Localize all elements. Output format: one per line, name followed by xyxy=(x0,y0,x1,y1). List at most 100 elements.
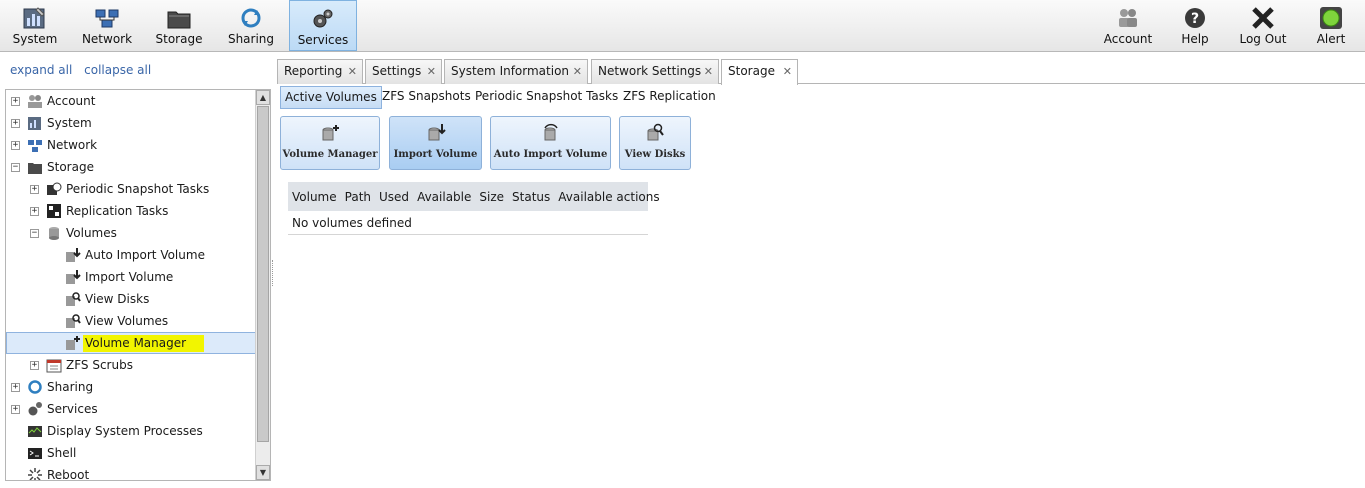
column-header-used[interactable]: Used xyxy=(379,190,409,204)
collapse-icon[interactable]: − xyxy=(30,228,39,238)
expand-icon[interactable]: + xyxy=(11,140,20,150)
auto-import-volume-button[interactable]: Auto Import Volume xyxy=(490,116,611,170)
scroll-thumb[interactable] xyxy=(257,106,269,442)
tree-item-label: Storage xyxy=(47,160,94,174)
toolbar-account-button[interactable]: Account xyxy=(1100,0,1156,51)
tree-item-reboot[interactable]: Reboot xyxy=(6,464,257,481)
toolbar-system-button[interactable]: System xyxy=(4,0,66,51)
close-icon[interactable]: ✕ xyxy=(783,60,792,83)
close-icon[interactable]: ✕ xyxy=(573,60,582,83)
toolbar-alert-button[interactable]: Alert xyxy=(1308,0,1354,51)
processes-icon xyxy=(28,426,42,437)
subtab-periodic-snapshot-tasks[interactable]: Periodic Snapshot Tasks xyxy=(471,86,622,109)
close-icon[interactable]: ✕ xyxy=(704,60,713,83)
close-icon[interactable]: ✕ xyxy=(427,60,436,83)
tree-item-label: ZFS Scrubs xyxy=(66,358,133,372)
column-header-status[interactable]: Status xyxy=(512,190,550,204)
tree-item-replication-tasks[interactable]: + Replication Tasks xyxy=(6,200,257,222)
tree-item-sharing[interactable]: + Sharing xyxy=(6,376,257,398)
expand-icon[interactable]: + xyxy=(11,382,20,392)
tree-item-label: Auto Import Volume xyxy=(85,248,205,262)
toolbar-network-button[interactable]: Network xyxy=(76,0,138,51)
tab-bar: Reporting ✕ Settings ✕ System Information ✕… xyxy=(277,57,1365,85)
toolbar-help-button[interactable]: ? Help xyxy=(1172,0,1218,51)
tab-label: Settings xyxy=(372,64,422,78)
toolbar-label: Services xyxy=(297,33,349,47)
expand-icon[interactable]: + xyxy=(30,184,39,194)
tree-item-view-volumes[interactable]: View Volumes xyxy=(6,310,257,332)
scroll-down-icon[interactable]: ▼ xyxy=(256,465,270,480)
view-disks-button[interactable]: View Disks xyxy=(619,116,691,170)
view-disks-icon xyxy=(647,123,664,141)
toolbar-label: Sharing xyxy=(227,32,275,46)
view-volumes-icon xyxy=(66,314,81,328)
tree-item-system[interactable]: + System xyxy=(6,112,257,134)
tree-item-storage[interactable]: − Storage xyxy=(6,156,257,178)
expand-icon[interactable]: + xyxy=(30,206,39,216)
import-volume-button[interactable]: Import Volume xyxy=(389,116,482,170)
tree-item-network[interactable]: + Network xyxy=(6,134,257,156)
expand-icon[interactable]: + xyxy=(30,360,39,370)
tree-item-shell[interactable]: Shell xyxy=(6,442,257,464)
tree-item-label: Reboot xyxy=(47,468,90,481)
tab-label: Storage xyxy=(728,64,775,78)
volume-manager-icon xyxy=(66,336,80,350)
subtab-active-volumes[interactable]: Active Volumes xyxy=(280,86,382,109)
tree-item-import-volume[interactable]: Import Volume xyxy=(6,266,257,288)
toolbar-label: Help xyxy=(1181,32,1209,46)
svg-text:?: ? xyxy=(1191,11,1199,27)
tree-scrollbar[interactable]: ▲ ▼ xyxy=(255,90,270,480)
tab-system-information[interactable]: System Information ✕ xyxy=(444,59,588,84)
tree-item-volumes[interactable]: − Volumes xyxy=(6,222,257,244)
tree-item-view-disks[interactable]: View Disks xyxy=(6,288,257,310)
navigation-tree: + Account + System + Network − Storage +… xyxy=(5,89,271,481)
collapse-all-link[interactable]: collapse all xyxy=(84,63,151,77)
auto-import-icon xyxy=(66,248,81,262)
tree-item-auto-import-volume[interactable]: Auto Import Volume xyxy=(6,244,257,266)
toolbar-sharing-button[interactable]: Sharing xyxy=(220,0,282,51)
subtab-zfs-replication[interactable]: ZFS Replication xyxy=(619,86,720,109)
alert-icon xyxy=(1320,7,1342,29)
column-header-path[interactable]: Path xyxy=(345,190,371,204)
toolbar-label: Alert xyxy=(1316,32,1346,46)
close-icon[interactable]: ✕ xyxy=(348,60,357,83)
pane-splitter[interactable] xyxy=(272,260,275,286)
snapshot-icon xyxy=(47,182,62,195)
account-icon xyxy=(1119,9,1137,27)
toolbar-logout-button[interactable]: Log Out xyxy=(1234,0,1292,51)
tree-item-display-system-processes[interactable]: Display System Processes xyxy=(6,420,257,442)
toolbar-services-button[interactable]: Services xyxy=(289,0,357,51)
tree-item-services[interactable]: + Services xyxy=(6,398,257,420)
scroll-up-icon[interactable]: ▲ xyxy=(256,90,270,105)
tree-item-volume-manager[interactable]: Volume Manager xyxy=(6,332,257,354)
tree-item-account[interactable]: + Account xyxy=(6,90,257,112)
tree-item-label: View Disks xyxy=(85,292,150,306)
tab-network-settings[interactable]: Network Settings ✕ xyxy=(591,59,719,84)
subtab-zfs-snapshots[interactable]: ZFS Snapshots xyxy=(378,86,475,109)
column-header-available[interactable]: Available xyxy=(417,190,471,204)
sharing-icon xyxy=(28,380,42,394)
tab-settings[interactable]: Settings ✕ xyxy=(365,59,442,84)
tab-storage[interactable]: Storage ✕ xyxy=(721,59,798,85)
tree-item-periodic-snapshot-tasks[interactable]: + Periodic Snapshot Tasks xyxy=(6,178,257,200)
collapse-icon[interactable]: − xyxy=(11,162,20,172)
column-header-volume[interactable]: Volume xyxy=(292,190,337,204)
volumes-icon xyxy=(49,227,59,240)
highlight-mark: Volume Manager xyxy=(83,335,205,352)
expand-all-link[interactable]: expand all xyxy=(10,63,72,77)
expand-icon[interactable]: + xyxy=(11,404,20,414)
volumes-table: Volume Path Used Available Size Status A… xyxy=(288,182,660,235)
view-disks-icon xyxy=(66,292,81,306)
tree-item-label: Replication Tasks xyxy=(66,204,169,218)
tree-item-label: Network xyxy=(47,138,98,152)
expand-icon[interactable]: + xyxy=(11,118,20,128)
button-label: Import Volume xyxy=(393,149,478,160)
auto-import-icon xyxy=(543,123,558,141)
column-header-size[interactable]: Size xyxy=(479,190,504,204)
tree-item-zfs-scrubs[interactable]: + ZFS Scrubs xyxy=(6,354,257,376)
toolbar-storage-button[interactable]: Storage xyxy=(148,0,210,51)
expand-icon[interactable]: + xyxy=(11,96,20,106)
button-label: Volume Manager xyxy=(282,149,378,160)
volume-manager-button[interactable]: Volume Manager xyxy=(280,116,380,170)
tab-reporting[interactable]: Reporting ✕ xyxy=(277,59,363,84)
